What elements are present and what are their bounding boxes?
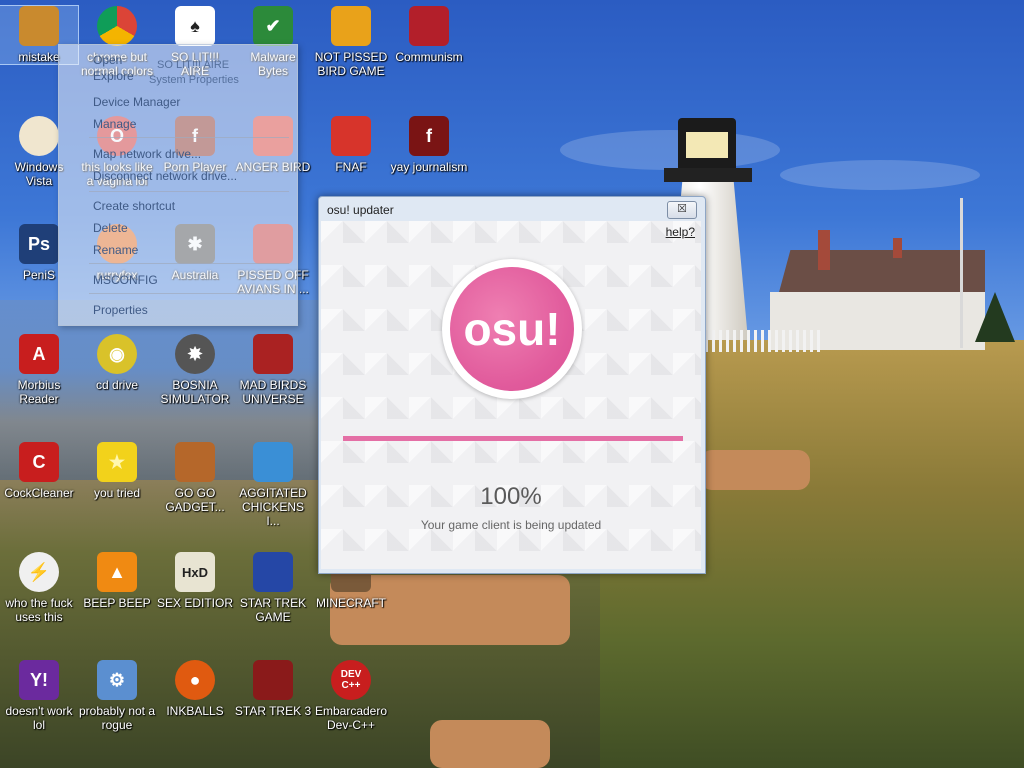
desktop-icon-label: Embarcadero Dev-C++ — [314, 704, 388, 732]
chrome-icon — [97, 6, 137, 46]
winged-emblem-icon — [409, 6, 449, 46]
context-menu-create-shortcut[interactable]: Create shortcut — [93, 199, 175, 213]
context-menu-msconfig[interactable]: MSCONFIG — [93, 273, 158, 287]
desktop-icon[interactable]: AGGITATED CHICKENS I... — [234, 442, 312, 528]
red-bird-icon — [331, 116, 371, 156]
desktop-icon-label: doesn't work lol — [5, 704, 73, 732]
pdf-reader-icon: A — [19, 334, 59, 374]
desktop-icon-label: INKBALLS — [166, 704, 224, 718]
desktop-icon-label: Communism — [395, 50, 463, 64]
desktop-icon-label: MINECRAFT — [316, 596, 386, 610]
desktop-icon[interactable]: ● INKBALLS — [156, 660, 234, 718]
desktop-icon[interactable]: GO GO GADGET... — [156, 442, 234, 514]
inkball-icon: ● — [175, 660, 215, 700]
desktop-icon[interactable]: FNAF — [312, 116, 390, 174]
context-menu-ghost-label: SO LIT!!! AIRE — [157, 59, 230, 71]
desktop-icon[interactable]: ⚙ probably not a rogue — [78, 660, 156, 732]
cd-icon: ◉ — [97, 334, 137, 374]
desktop-icon-label: you tried — [93, 486, 141, 500]
desktop-icon-label: MAD BIRDS UNIVERSE — [239, 378, 307, 406]
context-menu-properties[interactable]: Properties — [93, 303, 148, 317]
desktop-icon-label: GO GO GADGET... — [165, 486, 225, 514]
vlc-cone-icon: ▲ — [97, 552, 137, 592]
desktop-icon[interactable]: C CockCleaner — [0, 442, 78, 500]
desktop-icon-label: AGGITATED CHICKENS I... — [239, 486, 307, 528]
star-wars-icon — [253, 660, 293, 700]
hxd-icon: HxD — [175, 552, 215, 592]
desktop-icon-label: STAR TREK 3 — [234, 704, 312, 718]
status-text: Your game client is being updated — [420, 518, 602, 532]
desktop-icon-label: FNAF — [335, 160, 367, 174]
red-bird-icon — [253, 442, 293, 482]
osu-logo-text: osu! — [463, 303, 561, 355]
desktop-icon[interactable]: NOT PISSED BIRD GAME — [312, 6, 390, 78]
desktop-icon[interactable]: STAR TREK 3 — [234, 660, 312, 718]
desktop-icon[interactable]: Y! doesn't work lol — [0, 660, 78, 732]
space-bird-icon — [253, 334, 293, 374]
desktop-icon[interactable]: Communism — [390, 6, 468, 64]
desktop-icon-label: yay journalism — [390, 160, 468, 174]
progress-fill — [343, 436, 683, 441]
mine-icon: ✸ — [175, 334, 215, 374]
close-button[interactable]: ☒ — [667, 201, 697, 219]
osu-logo-disc: osu! — [450, 267, 574, 391]
desktop-icon[interactable]: STAR TREK GAME — [234, 552, 312, 624]
context-menu-open[interactable]: Open — [93, 53, 122, 67]
desktop-icon-label: SEX EDITIOR — [156, 596, 233, 610]
updater-body: help? osu! 100% Your game client is bein… — [321, 221, 701, 569]
desktop-icon[interactable]: HxD SEX EDITIOR — [156, 552, 234, 610]
context-menu-rename[interactable]: Rename — [93, 243, 138, 257]
desktop-icon-label: STAR TREK GAME — [239, 596, 307, 624]
desktop-icon[interactable]: ◉ cd drive — [78, 334, 156, 392]
yahoo-messenger-icon: Y! — [19, 660, 59, 700]
gears-icon: ⚙ — [97, 660, 137, 700]
photoshop-icon: Ps — [19, 224, 59, 264]
window-title: osu! updater — [327, 203, 394, 217]
desktop-icon-label: probably not a rogue — [78, 704, 156, 732]
star-icon: ★ — [97, 442, 137, 482]
egg-icon — [19, 116, 59, 156]
desktop-icon[interactable]: A Morbius Reader — [0, 334, 78, 406]
osu-updater-window: osu! updater ☒ help? osu! 100% Your game… — [318, 196, 706, 574]
desktop-icon-label: who the fuck uses this — [5, 596, 73, 624]
context-menu-manage[interactable]: Manage — [93, 117, 136, 131]
context-menu-explore[interactable]: Explore — [93, 69, 134, 83]
context-menu: Open Explore Manage Device Manager Map n… — [58, 44, 298, 326]
folder-user-icon — [19, 6, 59, 46]
desktop-icon[interactable]: ⚡ who the fuck uses this — [0, 552, 78, 624]
desktop-icon[interactable]: ▲ BEEP BEEP — [78, 552, 156, 610]
lightning-icon: ⚡ — [19, 552, 59, 592]
green-pig-icon — [331, 6, 371, 46]
desktop-icon[interactable]: ★ you tried — [78, 442, 156, 500]
shield-check-icon: ✔ — [253, 6, 293, 46]
devcpp-icon: DEV C++ — [331, 660, 371, 700]
osu-logo: osu! — [442, 259, 582, 399]
flash-icon: f — [409, 116, 449, 156]
desktop-icon[interactable]: DEV C++ Embarcadero Dev-C++ — [312, 660, 390, 732]
desktop-icon[interactable]: MAD BIRDS UNIVERSE — [234, 334, 312, 406]
desktop-icon-label: BEEP BEEP — [83, 596, 151, 610]
desktop-icon-label: CockCleaner — [4, 486, 74, 500]
ccleaner-icon: C — [19, 442, 59, 482]
progress-bar — [343, 436, 683, 441]
context-menu-map-network-drive[interactable]: Map network drive... — [93, 147, 201, 161]
context-menu-device-manager[interactable]: Device Manager — [93, 95, 180, 109]
progress-percent: 100% — [480, 483, 542, 510]
desktop-icon[interactable]: f yay journalism — [390, 116, 468, 174]
desktop-icon-label: BOSNIA SIMULATOR — [160, 378, 230, 406]
context-menu-disconnect-network-drive[interactable]: Disconnect network drive... — [93, 169, 237, 183]
solitaire-icon: ♠ — [175, 6, 215, 46]
desktop-icon[interactable]: ✸ BOSNIA SIMULATOR — [156, 334, 234, 406]
desktop-icon-label: NOT PISSED BIRD GAME — [314, 50, 388, 78]
star-wars-icon — [253, 552, 293, 592]
help-link[interactable]: help? — [666, 225, 695, 239]
desktop-icon-label: cd drive — [95, 378, 139, 392]
desktop-icon-label: Morbius Reader — [17, 378, 61, 406]
context-menu-system-properties[interactable]: System Properties — [149, 74, 239, 86]
toolbox-icon — [175, 442, 215, 482]
context-menu-delete[interactable]: Delete — [93, 221, 128, 235]
